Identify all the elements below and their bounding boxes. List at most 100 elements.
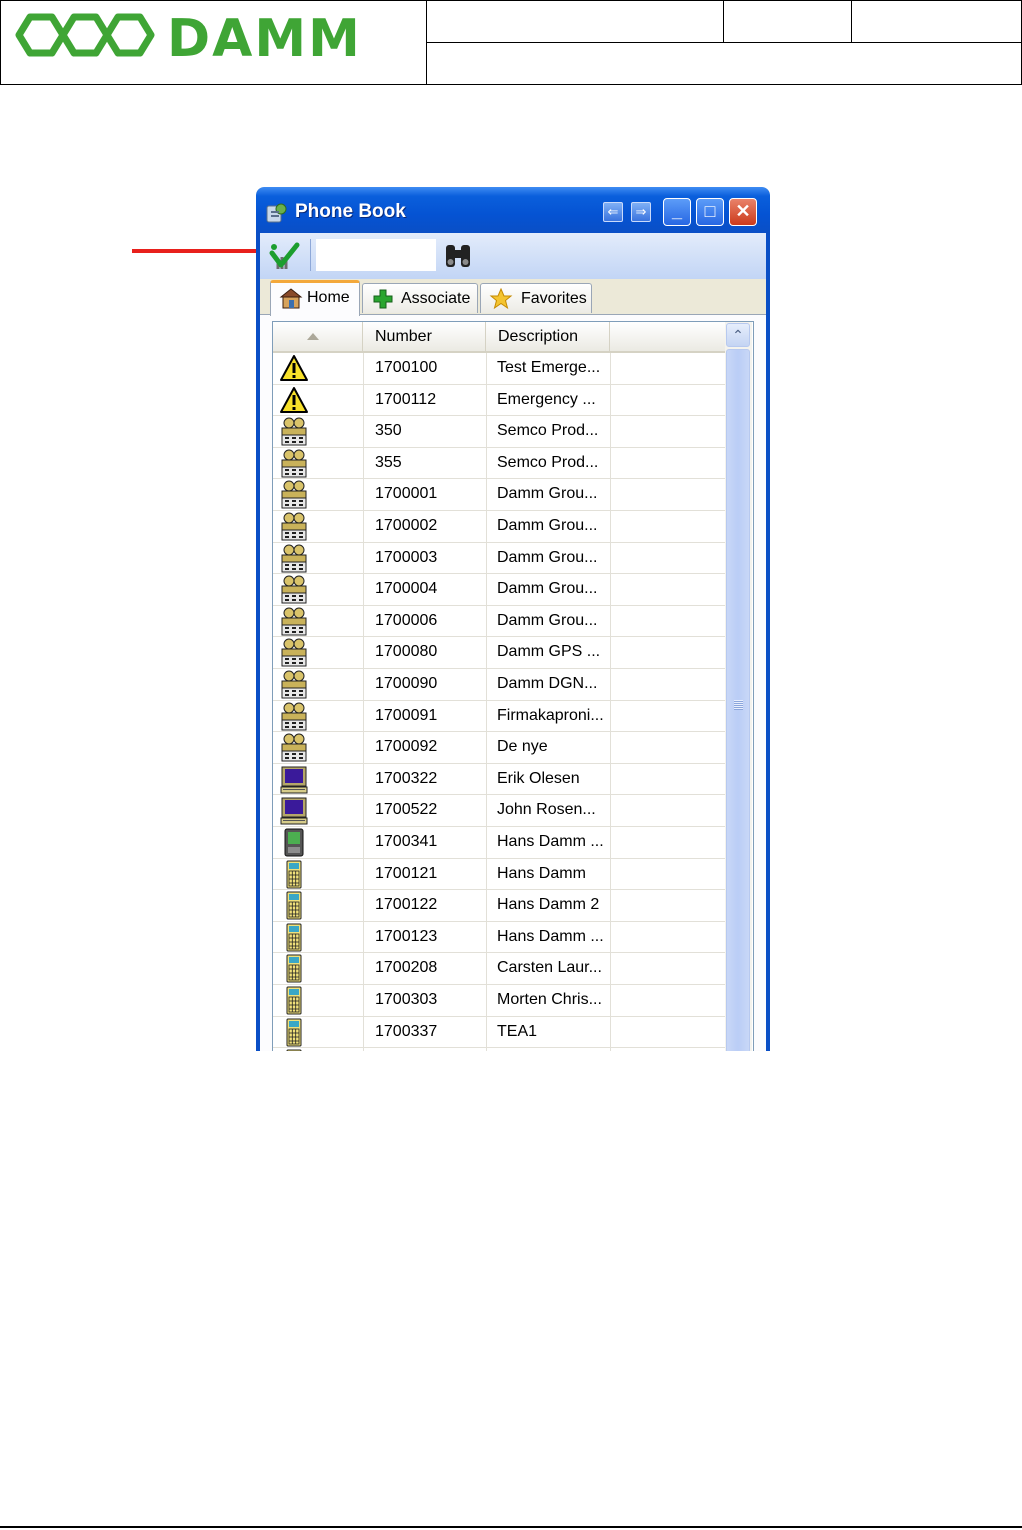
cell-divider bbox=[486, 574, 487, 606]
tab-strip: Home Associate Favorites bbox=[260, 279, 766, 316]
scroll-up-button[interactable]: ⌃ bbox=[726, 323, 750, 347]
cell-divider bbox=[486, 384, 487, 416]
cell-divider bbox=[363, 416, 364, 448]
cell-number: 355 bbox=[375, 453, 402, 471]
tab-favorites-label: Favorites bbox=[521, 290, 587, 307]
table-row[interactable]: 1700090 Damm DGN... bbox=[273, 669, 725, 701]
maximize-button[interactable]: □ bbox=[696, 198, 724, 226]
cell-divider bbox=[486, 511, 487, 542]
cell-number: 1700341 bbox=[375, 833, 438, 850]
dock-left-icon[interactable]: ⇐ bbox=[603, 202, 623, 222]
cell-description: Firmakaproni... bbox=[497, 706, 604, 724]
cell-divider bbox=[610, 763, 611, 795]
cell-divider bbox=[363, 479, 364, 511]
cell-number: 1700208 bbox=[375, 959, 438, 977]
cell-divider bbox=[610, 416, 611, 448]
group-icon bbox=[279, 575, 309, 604]
cell-number: 1700322 bbox=[375, 769, 438, 787]
window-title: Phone Book bbox=[295, 201, 406, 222]
search-input[interactable] bbox=[316, 239, 436, 271]
window-frame-right bbox=[766, 233, 770, 1051]
cell-divider bbox=[610, 827, 611, 858]
scroll-thumb[interactable] bbox=[726, 349, 750, 1051]
dock-right-icon[interactable]: ⇒ bbox=[631, 202, 651, 222]
table-row[interactable]: 1700091 Firmakaproni... bbox=[273, 700, 725, 733]
tab-associate-label: Associate bbox=[401, 290, 471, 307]
table-row[interactable]: 1700001 Damm Grou... bbox=[273, 479, 725, 511]
table-row[interactable]: 1700004 Damm Grou... bbox=[273, 574, 725, 606]
vertical-scrollbar[interactable]: ⌃ bbox=[725, 322, 752, 1051]
cell-description: Morten Chris... bbox=[497, 991, 602, 1008]
cell-description: Semco Prod... bbox=[497, 453, 599, 471]
cell-number: 1700122 bbox=[375, 896, 438, 914]
cell-divider bbox=[363, 858, 364, 890]
table-row[interactable]: 1700121 Hans Damm bbox=[273, 858, 725, 891]
cell-number: 1700004 bbox=[375, 580, 438, 598]
cell-number: 1700112 bbox=[375, 390, 437, 408]
table-row[interactable]: 1700208 Carsten Laur... bbox=[273, 953, 725, 985]
cell-divider bbox=[610, 890, 611, 922]
cell-divider bbox=[486, 795, 487, 827]
cell-divider bbox=[486, 416, 487, 448]
tab-favorites[interactable]: Favorites bbox=[480, 283, 592, 313]
minimize-button[interactable]: _ bbox=[663, 198, 691, 226]
cell-divider bbox=[610, 1048, 611, 1051]
cell-divider bbox=[363, 763, 364, 795]
tab-home-label: Home bbox=[307, 289, 350, 306]
group-icon bbox=[279, 670, 309, 699]
table-row[interactable]: 1700303 Morten Chris... bbox=[273, 985, 725, 1017]
table-row[interactable]: 1700006 Damm Grou... bbox=[273, 605, 725, 638]
cell-description: Test Emerge... bbox=[497, 359, 601, 376]
table-row[interactable]: 1700337 TEA1 bbox=[273, 1016, 725, 1049]
table-row-partial[interactable] bbox=[273, 1048, 725, 1051]
cell-description: Carsten Laur... bbox=[497, 959, 602, 977]
cell-divider bbox=[363, 542, 364, 574]
cell-divider bbox=[610, 353, 611, 384]
table-row[interactable]: 1700322 Erik Olesen bbox=[273, 763, 725, 796]
column-header-type[interactable] bbox=[273, 322, 363, 351]
cell-description: Damm Grou... bbox=[497, 580, 598, 598]
table-row[interactable]: 1700122 Hans Damm 2 bbox=[273, 890, 725, 922]
cell-description: Hans Damm bbox=[497, 864, 586, 882]
close-button[interactable]: ✕ bbox=[729, 198, 757, 226]
table-row[interactable]: 1700092 De nye bbox=[273, 732, 725, 764]
cell-divider bbox=[486, 732, 487, 764]
table-row[interactable]: 1700100 Test Emerge... bbox=[273, 353, 725, 385]
table-row[interactable]: 1700341 Hans Damm ... bbox=[273, 827, 725, 859]
cell-divider bbox=[486, 858, 487, 890]
group-icon bbox=[279, 733, 309, 762]
tab-home[interactable]: Home bbox=[270, 280, 360, 316]
cell-divider bbox=[610, 795, 611, 827]
toolbar bbox=[260, 233, 766, 280]
column-header-description[interactable]: Description bbox=[486, 322, 610, 351]
cell-description: John Rosen... bbox=[497, 801, 596, 819]
table-row[interactable]: 1700123 Hans Damm ... bbox=[273, 921, 725, 954]
header-cell bbox=[851, 0, 1022, 43]
table-row[interactable]: 350 Semco Prod... bbox=[273, 416, 725, 448]
subscribe-check-icon[interactable] bbox=[266, 239, 302, 275]
column-header-number[interactable]: Number bbox=[363, 322, 486, 351]
cell-divider bbox=[486, 890, 487, 922]
handset-icon bbox=[279, 923, 309, 952]
group-icon bbox=[279, 702, 309, 731]
title-bar[interactable]: Phone Book ⇐ ⇒ _ □ ✕ bbox=[256, 187, 770, 233]
cell-divider bbox=[486, 637, 487, 669]
table-row[interactable]: 1700002 Damm Grou... bbox=[273, 511, 725, 543]
cell-number: 1700123 bbox=[375, 927, 438, 945]
table-row[interactable]: 1700080 Damm GPS ... bbox=[273, 637, 725, 669]
cell-description: Semco Prod... bbox=[497, 422, 599, 440]
tab-associate[interactable]: Associate bbox=[362, 283, 478, 313]
dispatch-console-icon bbox=[279, 796, 309, 825]
logo-wordmark: DAMM bbox=[167, 9, 362, 63]
table-row[interactable]: 1700522 John Rosen... bbox=[273, 795, 725, 827]
cell-description: Erik Olesen bbox=[497, 769, 580, 787]
cell-number: 1700100 bbox=[375, 359, 438, 376]
binoculars-icon[interactable] bbox=[443, 242, 473, 270]
table-row[interactable]: 1700112 Emergency ... bbox=[273, 384, 725, 417]
cell-number: 1700003 bbox=[375, 548, 438, 566]
phone-book-window: Phone Book ⇐ ⇒ _ □ ✕ Home Associate Favo… bbox=[256, 187, 770, 1051]
table-row[interactable]: 1700003 Damm Grou... bbox=[273, 542, 725, 575]
warning-icon bbox=[279, 386, 309, 415]
table-row[interactable]: 355 Semco Prod... bbox=[273, 447, 725, 480]
cell-divider bbox=[486, 669, 487, 700]
